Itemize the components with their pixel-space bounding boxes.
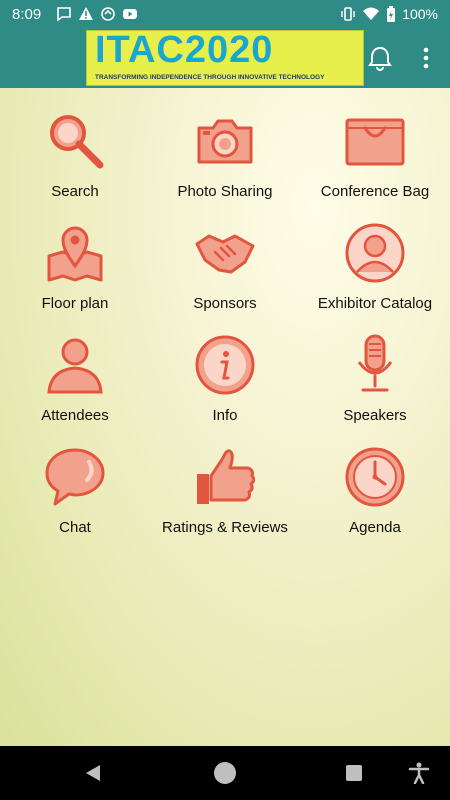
status-system-icons: 100% [340, 5, 438, 23]
logo-text: ITAC2020 [95, 30, 274, 71]
system-nav-bar [0, 746, 450, 800]
sync-icon [101, 7, 115, 21]
map-pin-icon [47, 226, 103, 282]
battery-level: 100% [402, 6, 438, 22]
menu-item-ratings-reviews[interactable]: Ratings & Reviews [150, 424, 300, 536]
menu-label: Photo Sharing [177, 183, 273, 200]
menu-item-info[interactable]: Info [150, 312, 300, 424]
menu-item-search[interactable]: Search [0, 88, 150, 200]
handshake-icon [195, 234, 255, 274]
recents-button[interactable] [346, 765, 362, 781]
menu-label: Exhibitor Catalog [317, 295, 433, 312]
menu-item-conference-bag[interactable]: Conference Bag [300, 88, 450, 200]
main-menu-area: Search Photo Sharing Conference Bag Floo… [0, 88, 450, 746]
status-time: 8:09 [12, 6, 42, 23]
overflow-menu-icon[interactable] [420, 44, 432, 72]
logo-tagline: TRANSFORMING INDEPENDENCE THROUGH INNOVA… [95, 74, 325, 81]
menu-item-speakers[interactable]: Speakers [300, 312, 450, 424]
menu-label: Floor plan [41, 295, 109, 312]
menu-item-chat[interactable]: Chat [0, 424, 150, 536]
menu-label: Chat [59, 519, 91, 536]
vibrate-icon [341, 7, 355, 21]
menu-item-exhibitor-catalog[interactable]: Exhibitor Catalog [300, 200, 450, 312]
menu-label: Sponsors [193, 295, 257, 312]
menu-label: Conference Bag [320, 183, 430, 200]
menu-label: Attendees [41, 407, 109, 424]
status-bar: 8:09 100% [0, 0, 450, 30]
accessibility-icon[interactable] [408, 762, 430, 784]
menu-item-photo-sharing[interactable]: Photo Sharing [150, 88, 300, 200]
menu-label: Speakers [343, 407, 407, 424]
menu-label: Info [212, 407, 238, 424]
menu-item-floor-plan[interactable]: Floor plan [0, 200, 150, 312]
chat-bubble-icon [45, 448, 105, 506]
menu-label: Agenda [349, 519, 401, 536]
itac-logo: ITAC2020 TRANSFORMING INDEPENDENCE THROU… [86, 30, 364, 86]
person-icon [47, 338, 103, 394]
battery-icon [387, 6, 396, 22]
bag-icon [345, 118, 405, 166]
wifi-icon [363, 7, 380, 20]
camera-icon [197, 119, 253, 164]
info-icon [195, 335, 255, 395]
microphone-icon [357, 334, 393, 392]
person-circle-icon [345, 223, 405, 283]
alert-icon [79, 7, 93, 20]
menu-label: Ratings & Reviews [162, 519, 288, 536]
menu-item-attendees[interactable]: Attendees [0, 312, 150, 424]
youtube-icon [123, 9, 137, 19]
menu-item-agenda[interactable]: Agenda [300, 424, 450, 536]
thumbs-up-icon [197, 449, 255, 504]
app-bar: ITAC2020 TRANSFORMING INDEPENDENCE THROU… [0, 30, 450, 88]
home-button[interactable] [214, 762, 236, 784]
menu-label: Search [51, 183, 99, 200]
search-icon [50, 115, 104, 169]
clock-icon [345, 447, 405, 507]
back-icon[interactable] [84, 764, 102, 782]
message-icon [57, 7, 71, 22]
menu-item-sponsors[interactable]: Sponsors [150, 200, 300, 312]
status-notification-icons [56, 5, 138, 23]
notifications-bell-icon[interactable] [366, 44, 394, 72]
